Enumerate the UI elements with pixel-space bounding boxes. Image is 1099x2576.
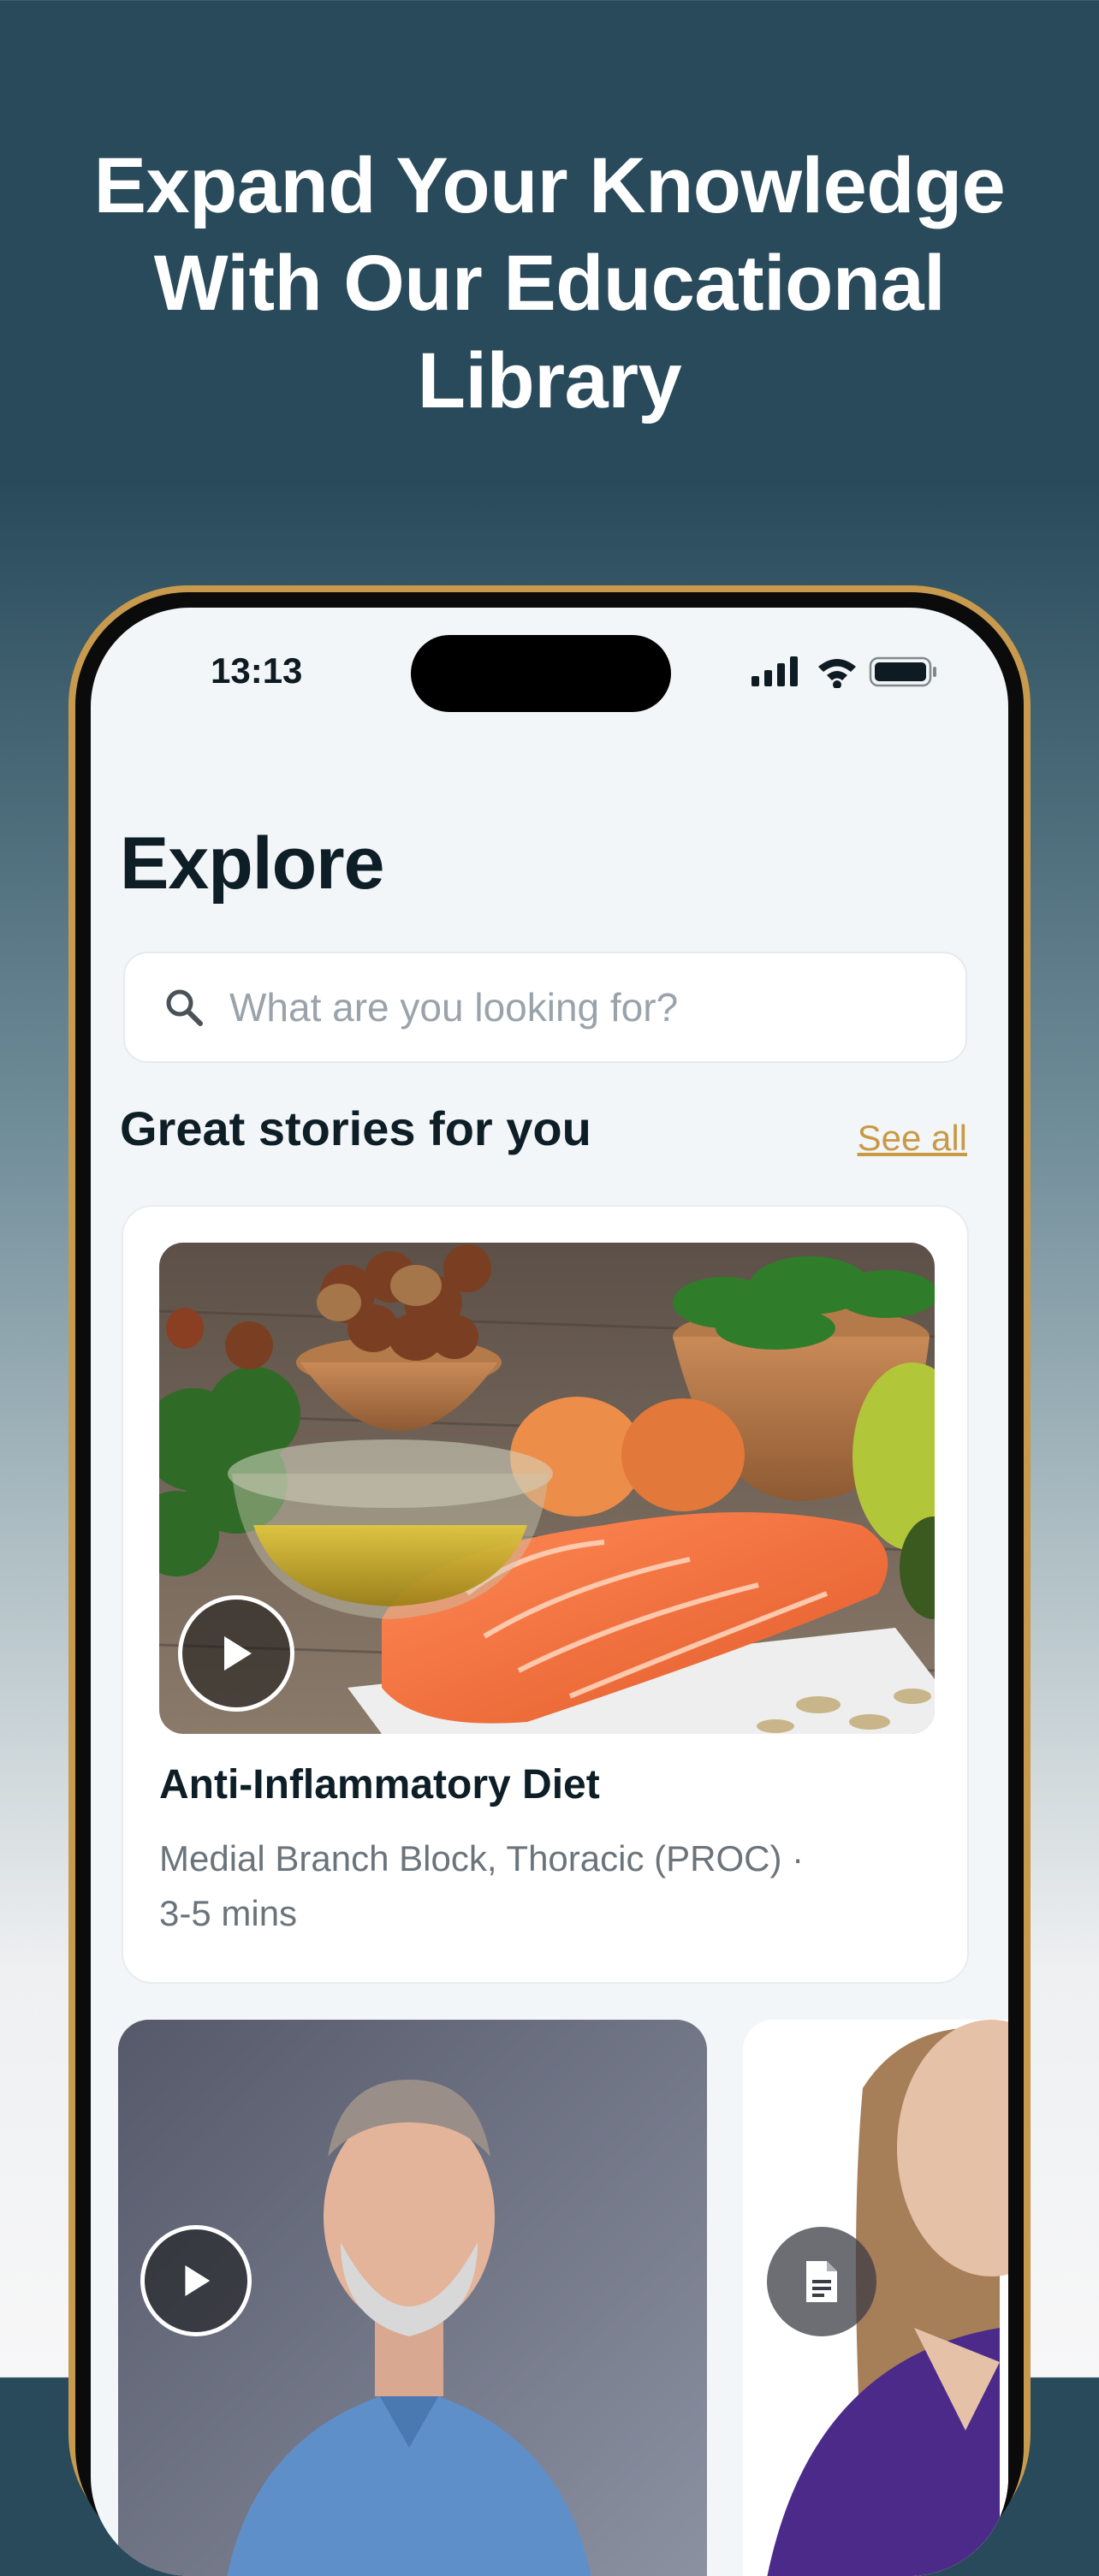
headline-line-2: With Our Educational [153, 240, 946, 327]
play-icon [224, 1636, 252, 1671]
marketing-headline: Expand Your Knowledge With Our Education… [0, 137, 1099, 430]
story-thumbnail[interactable] [159, 1243, 935, 1734]
play-button[interactable] [140, 2225, 252, 2336]
story-title[interactable]: Anti-Inflammatory Diet [159, 1761, 600, 1808]
video-story-card[interactable] [118, 2020, 707, 2576]
story-meta: Medial Branch Block, Thoracic (PROC) · 3… [159, 1831, 895, 1941]
search-input[interactable] [228, 983, 933, 1031]
document-icon [806, 2261, 837, 2302]
dynamic-island [411, 635, 671, 712]
play-icon [185, 2265, 211, 2296]
document-story-card[interactable] [743, 2020, 1008, 2576]
document-button[interactable] [767, 2227, 876, 2336]
battery-icon [869, 656, 936, 687]
story-meta-line-1: Medial Branch Block, Thoracic (PROC) · [159, 1838, 805, 1879]
play-button[interactable] [178, 1595, 294, 1712]
headline-line-3: Library [417, 337, 682, 424]
wifi-icon [818, 659, 856, 688]
story-meta-line-2: 3-5 mins [159, 1893, 298, 1933]
section-title: Great stories for you [120, 1101, 591, 1155]
page-title: Explore [120, 822, 384, 905]
status-time: 13:13 [211, 650, 303, 691]
featured-story-card[interactable]: Anti-Inflammatory Diet Medial Branch Blo… [122, 1205, 969, 1984]
see-all-link[interactable]: See all [858, 1118, 967, 1159]
headline-line-1: Expand Your Knowledge [93, 142, 1006, 229]
phone-screen: 13:13 Explore Great stories for you See … [91, 608, 1008, 2576]
signal-icon [751, 656, 798, 686]
status-icons [751, 656, 936, 688]
search-bar[interactable] [123, 952, 967, 1063]
search-icon [166, 989, 203, 1026]
